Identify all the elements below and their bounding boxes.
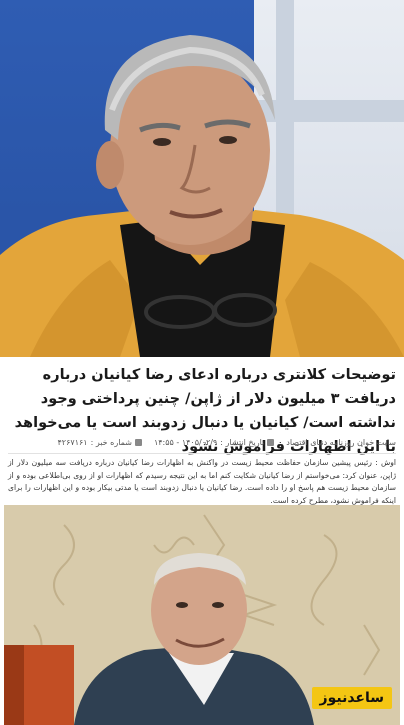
divider — [8, 453, 396, 454]
article-block: توضیحات کلانتری درباره ادعای رضا کیانیان… — [0, 357, 404, 505]
date-label: تاریخ انتشار : — [220, 437, 265, 447]
top-photo — [0, 0, 404, 357]
date-value: ۱۴۰۵/۰۲/۹ - ۱۴:۵۵ — [153, 437, 218, 447]
document-icon — [134, 438, 142, 446]
date-item: تاریخ انتشار : ۱۴۰۵/۰۲/۹ - ۱۴:۵۵ — [153, 437, 275, 447]
portrait-illustration — [0, 35, 404, 357]
article-meta: سایت خوان روزنامه دنیای اقتصاد تاریخ انت… — [8, 435, 397, 449]
article-lead: اوش : رئیس پیشین سازمان حفاظت محیط زیست … — [8, 458, 396, 505]
saednews-logo: ساعدنیوز — [311, 687, 392, 709]
calendar-icon — [267, 438, 275, 446]
news-id-item: شماره خبر : ۴۲۶۷۱۶۱ — [58, 438, 142, 447]
source-text: سایت خوان روزنامه دنیای اقتصاد — [286, 437, 396, 447]
news-id-value: ۴۲۶۷۱۶۱ — [57, 437, 88, 447]
bottom-photo: ساعدنیوز — [4, 505, 400, 725]
source-item: سایت خوان روزنامه دنیای اقتصاد — [286, 438, 396, 447]
news-id-label: شماره خبر : — [90, 437, 132, 447]
